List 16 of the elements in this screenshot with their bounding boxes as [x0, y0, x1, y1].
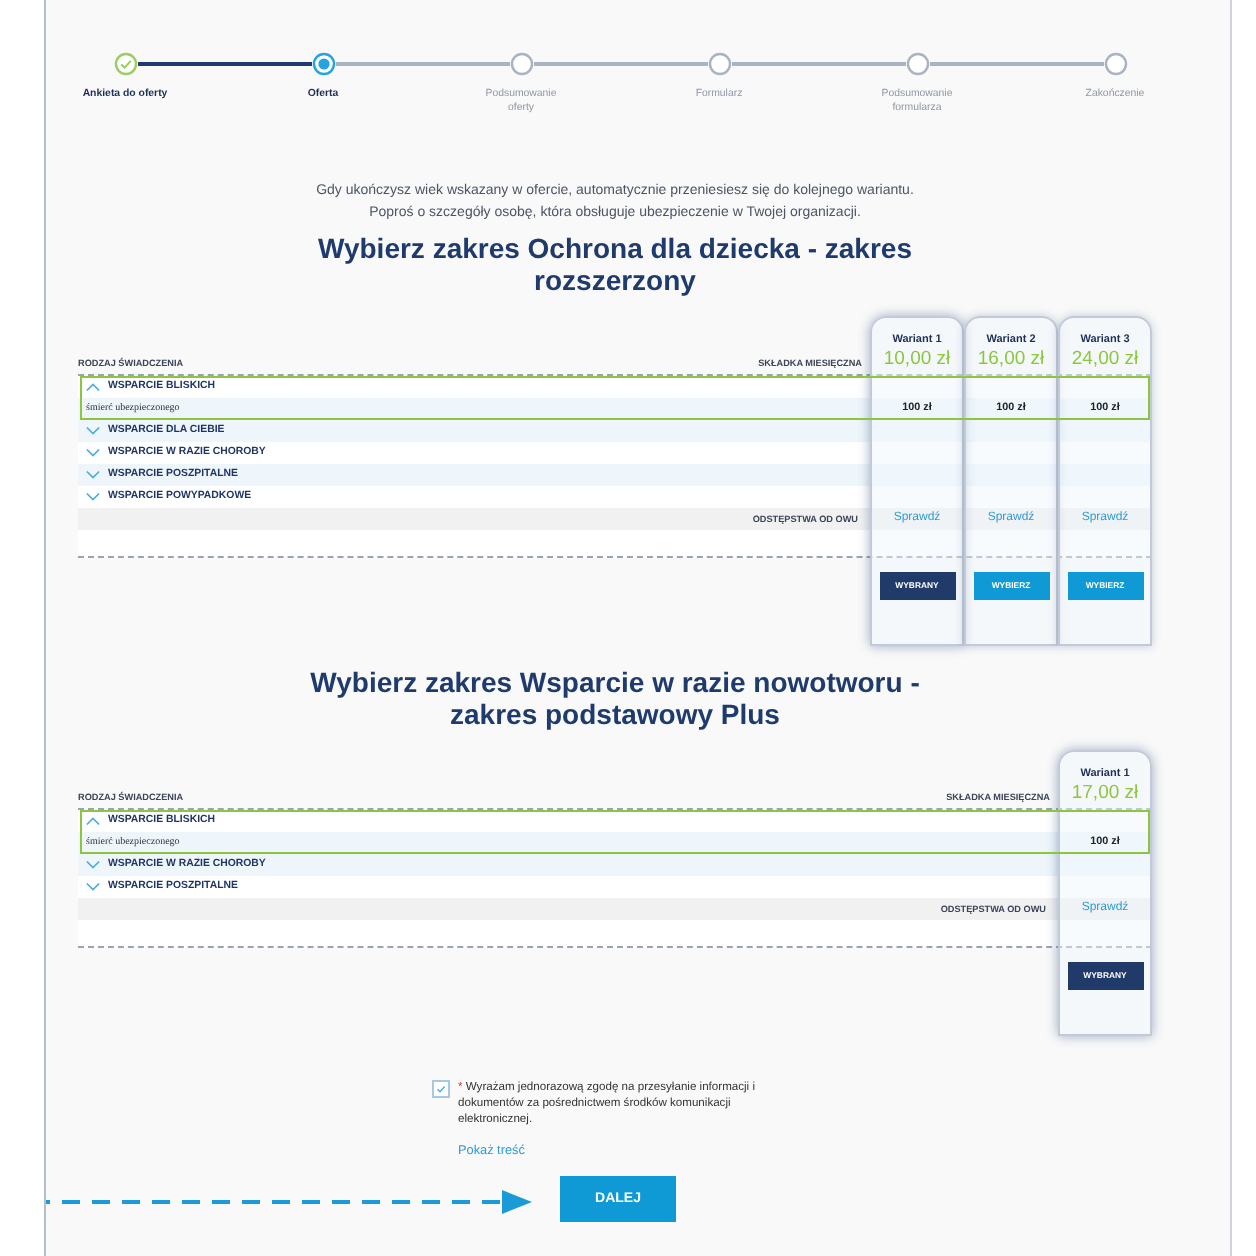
chevron-down-icon[interactable]	[86, 491, 100, 501]
variant-price: 10,00 zł	[883, 347, 951, 369]
chevron-up-icon[interactable]	[86, 381, 100, 391]
chevron-up-icon[interactable]	[86, 815, 100, 825]
check-icon	[434, 1081, 448, 1095]
variant-price: 16,00 zł	[977, 347, 1045, 369]
variant-price: 17,00 zł	[1071, 781, 1139, 803]
chevron-down-icon[interactable]	[86, 447, 100, 457]
section-title: Wybierz zakres Wsparcie w razie nowotworu - zakres podstawowy Plus	[308, 665, 922, 729]
section-title: Wybierz zakres Ochrona dla dziecka - zakres rozszerzony	[316, 231, 914, 295]
chevron-down-icon[interactable]	[86, 469, 100, 479]
chevron-down-icon[interactable]	[86, 859, 100, 869]
chevron-down-icon[interactable]	[86, 425, 100, 435]
consent-checkbox[interactable]	[432, 1079, 450, 1097]
variant-price: 24,00 zł	[1071, 347, 1139, 369]
chevron-down-icon[interactable]	[86, 881, 100, 891]
